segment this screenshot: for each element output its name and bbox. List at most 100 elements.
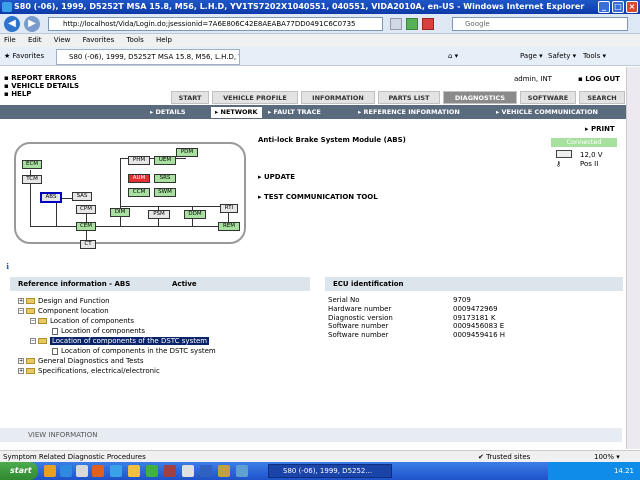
- node-sas[interactable]: SAS: [72, 192, 92, 201]
- node-ct[interactable]: CT: [80, 240, 96, 249]
- page-menu[interactable]: Page ▾: [520, 47, 543, 66]
- node-ddm[interactable]: DDM: [184, 210, 206, 219]
- status-text: Symptom Related Diagnostic Procedures: [3, 453, 146, 461]
- node-swm[interactable]: SWM: [154, 188, 176, 197]
- tab-search[interactable]: SEARCH: [579, 91, 625, 104]
- quicklaunch-icon[interactable]: [236, 465, 248, 477]
- window-title-bar: S80 (-06), 1999, D5252T MSA 15.8, M56, L…: [0, 0, 640, 14]
- node-tcm[interactable]: TCM: [22, 175, 42, 184]
- report-errors-link[interactable]: REPORT ERRORS: [4, 74, 79, 82]
- node-rem[interactable]: REM: [218, 222, 240, 231]
- subtab-vehicle-communication[interactable]: ▸ VEHICLE COMMUNICATION: [496, 107, 598, 118]
- close-button[interactable]: ×: [626, 1, 638, 13]
- bus-line: [56, 202, 57, 226]
- node-dim[interactable]: DIM: [110, 208, 130, 217]
- minimize-button[interactable]: _: [598, 1, 610, 13]
- print-link[interactable]: ▸ PRINT: [585, 125, 615, 133]
- node-rti[interactable]: RTI: [220, 204, 238, 213]
- tree-item[interactable]: + Design and Function: [18, 296, 110, 306]
- quicklaunch-icon[interactable]: [146, 465, 158, 477]
- update-link[interactable]: UPDATE: [258, 173, 295, 181]
- node-cpm[interactable]: CPM: [76, 205, 96, 214]
- quicklaunch-icon[interactable]: [200, 465, 212, 477]
- tab-parts-list[interactable]: PARTS LIST: [378, 91, 440, 104]
- forward-button[interactable]: ▶: [24, 16, 40, 32]
- tree-item[interactable]: Location of components: [52, 326, 145, 336]
- subtab-reference-information[interactable]: ▸ REFERENCE INFORMATION: [358, 107, 460, 118]
- quicklaunch-icon[interactable]: [182, 465, 194, 477]
- search-input[interactable]: Google: [452, 17, 628, 31]
- refresh-icon[interactable]: [406, 18, 418, 30]
- tree-item[interactable]: − Location of components: [30, 316, 134, 326]
- vertical-scrollbar[interactable]: [626, 67, 640, 449]
- back-button[interactable]: ◀: [4, 16, 20, 32]
- quicklaunch-icon[interactable]: [110, 465, 122, 477]
- folder-icon: [38, 318, 47, 324]
- vehicle-details-link[interactable]: VEHICLE DETAILS: [4, 82, 79, 90]
- quicklaunch-icon[interactable]: [76, 465, 88, 477]
- tree-item[interactable]: − Component location: [18, 306, 109, 316]
- tools-menu[interactable]: Tools ▾: [583, 47, 606, 66]
- node-ecm[interactable]: ECM: [22, 160, 42, 169]
- collapse-icon[interactable]: −: [30, 318, 36, 324]
- reference-header: Reference information - ABS Active: [10, 277, 310, 291]
- subtab-fault-trace[interactable]: ▸ FAULT TRACE: [268, 107, 321, 118]
- node-aum[interactable]: AUM: [128, 174, 150, 183]
- quicklaunch-icon[interactable]: [218, 465, 230, 477]
- ecu-value: 0009472969: [453, 305, 498, 313]
- quicklaunch-icon[interactable]: [60, 465, 72, 477]
- browser-tab[interactable]: S80 (-06), 1999, D5252T MSA 15.8, M56, L…: [56, 49, 240, 65]
- start-button[interactable]: start: [0, 462, 38, 480]
- menu-file[interactable]: File: [4, 36, 16, 44]
- tree-item[interactable]: Location of components in the DSTC syste…: [52, 346, 216, 356]
- address-bar[interactable]: http://localhost/Vida/Login.do;jsessioni…: [48, 17, 383, 31]
- compat-icon[interactable]: [390, 18, 402, 30]
- folder-icon: [38, 338, 47, 344]
- subtab-network[interactable]: ▸ NETWORK: [211, 107, 262, 118]
- favorites-button[interactable]: ★ Favorites: [4, 47, 44, 66]
- taskbar-ie-window[interactable]: S80 (-06), 1999, D5252...: [268, 464, 392, 478]
- stop-icon[interactable]: [422, 18, 434, 30]
- test-communication-link[interactable]: TEST COMMUNICATION TOOL: [258, 193, 378, 201]
- node-abs[interactable]: ABS: [40, 192, 62, 203]
- subtab-details[interactable]: ▸ DETAILS: [150, 107, 186, 118]
- node-pdm[interactable]: PDM: [176, 148, 198, 157]
- tab-start[interactable]: START: [171, 91, 209, 104]
- tab-diagnostics[interactable]: DIAGNOSTICS: [443, 91, 517, 104]
- menu-view[interactable]: View: [54, 36, 71, 44]
- menu-tools[interactable]: Tools: [126, 36, 143, 44]
- logout-link[interactable]: ▪ LOG OUT: [578, 75, 620, 83]
- view-information-bar[interactable]: VIEW INFORMATION: [0, 428, 622, 442]
- menu-help[interactable]: Help: [156, 36, 172, 44]
- tab-software[interactable]: SOFTWARE: [520, 91, 576, 104]
- menu-favorites[interactable]: Favorites: [83, 36, 115, 44]
- help-link[interactable]: HELP: [4, 90, 79, 98]
- quicklaunch-icon[interactable]: [164, 465, 176, 477]
- expand-icon[interactable]: +: [18, 298, 24, 304]
- tab-vehicle-profile[interactable]: VEHICLE PROFILE: [212, 91, 298, 104]
- menu-edit[interactable]: Edit: [28, 36, 42, 44]
- expand-icon[interactable]: +: [18, 368, 24, 374]
- expand-icon[interactable]: +: [18, 358, 24, 364]
- node-srs[interactable]: SRS: [154, 174, 176, 183]
- collapse-icon[interactable]: −: [18, 308, 24, 314]
- voltage-value: 12,0 V: [580, 151, 603, 159]
- quicklaunch-icon[interactable]: [128, 465, 140, 477]
- node-phm[interactable]: PHM: [128, 156, 150, 165]
- tree-item-selected[interactable]: − Location of components of the DSTC syst…: [30, 336, 210, 346]
- quicklaunch-icon[interactable]: [44, 465, 56, 477]
- node-cem[interactable]: CEM: [76, 222, 96, 231]
- node-psm[interactable]: PSM: [148, 210, 170, 219]
- info-icon[interactable]: ℹ: [6, 262, 9, 271]
- reference-status: Active: [172, 280, 197, 288]
- tree-item[interactable]: + Specifications, electrical/electronic: [18, 366, 160, 376]
- node-ccm[interactable]: CCM: [128, 188, 150, 197]
- quicklaunch-icon[interactable]: [92, 465, 104, 477]
- tree-item[interactable]: + General Diagnostics and Tests: [18, 356, 143, 366]
- collapse-icon[interactable]: −: [30, 338, 36, 344]
- safety-menu[interactable]: Safety ▾: [548, 47, 576, 66]
- tab-information[interactable]: INFORMATION: [301, 91, 375, 104]
- node-uem[interactable]: UEM: [154, 156, 176, 165]
- home-icon[interactable]: ⌂ ▾: [448, 47, 458, 66]
- maximize-button[interactable]: □: [612, 1, 624, 13]
